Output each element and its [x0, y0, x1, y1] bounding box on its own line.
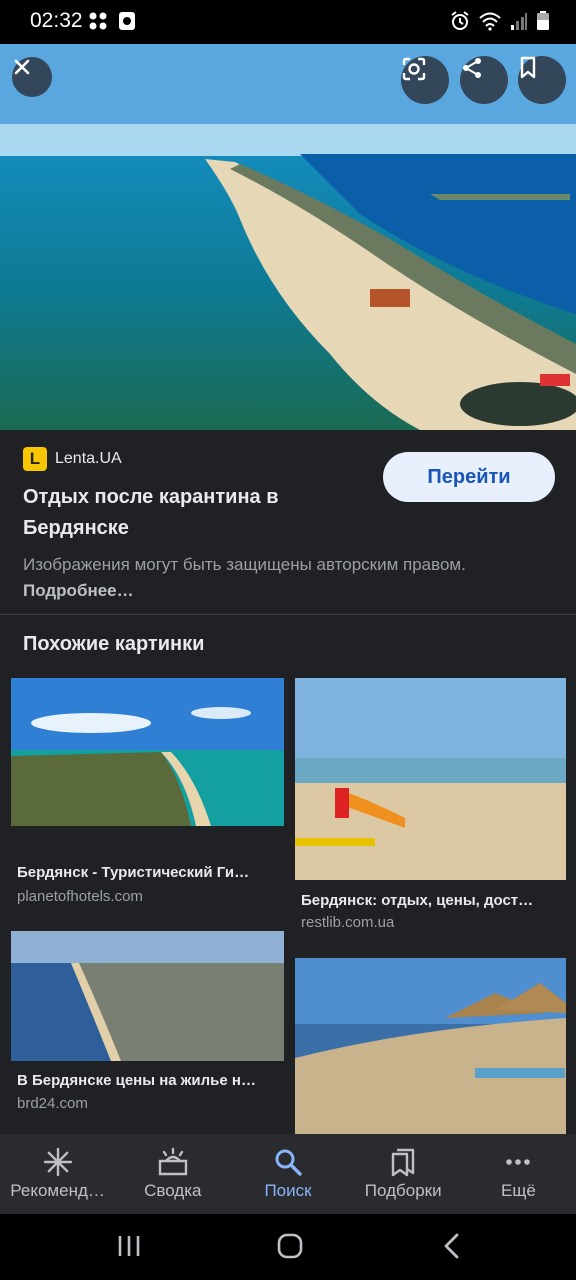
- similar-image-2: [295, 678, 566, 880]
- recent-apps-icon[interactable]: [117, 1234, 141, 1258]
- similar-image-1: [11, 678, 284, 826]
- back-icon[interactable]: [442, 1233, 462, 1259]
- goto-button[interactable]: Перейти: [383, 452, 555, 502]
- close-button[interactable]: [12, 57, 52, 97]
- source-name: Lenta.UA: [55, 450, 122, 467]
- bookmark-button[interactable]: [518, 56, 566, 104]
- nav-item-search[interactable]: Поиск: [230, 1134, 345, 1214]
- nav-label-collections: Подборки: [364, 1181, 442, 1200]
- nav-label-digest: Сводка: [144, 1181, 202, 1200]
- similar-heading: Похожие картинки: [23, 633, 205, 655]
- share-button[interactable]: [460, 56, 508, 104]
- similar-domain-1: planetofhotels.com: [17, 888, 143, 905]
- similar-domain-2: restlib.com.ua: [301, 914, 395, 931]
- camera-notification-icon: [119, 12, 135, 30]
- lens-icon: [402, 57, 426, 81]
- bookmark-icon: [520, 56, 536, 79]
- similar-card-2[interactable]: Бердянск: отдых, цены, дост… restlib.com…: [295, 678, 566, 938]
- status-time: 02:32: [30, 9, 83, 32]
- system-nav-bar: [0, 1214, 576, 1280]
- nav-item-more[interactable]: Ещё: [461, 1134, 576, 1214]
- bottom-nav: Рекоменд… Сводка Поиск Подборки Ещё: [0, 1134, 576, 1214]
- similar-image-4: [295, 958, 566, 1134]
- source-row[interactable]: L Lenta.UA: [23, 447, 122, 471]
- signal-icon: [511, 13, 527, 30]
- nav-item-collections[interactable]: Подборки: [346, 1134, 461, 1214]
- home-icon[interactable]: [277, 1233, 303, 1259]
- nav-item-recommendations[interactable]: Рекоменд…: [0, 1134, 115, 1214]
- digest-icon: [158, 1147, 187, 1176]
- more-icon: [506, 1159, 531, 1165]
- similar-caption-3: В Бердянске цены на жилье н…: [17, 1072, 256, 1089]
- source-logo: L: [23, 447, 47, 471]
- divider: [0, 614, 576, 615]
- copyright-text: Изображения могут быть защищены авторски…: [23, 555, 466, 574]
- similar-domain-3: brd24.com: [17, 1095, 88, 1112]
- asterisk-icon: [43, 1147, 72, 1177]
- similar-image-3: [11, 931, 284, 1061]
- hero-image[interactable]: [0, 44, 576, 430]
- copyright-more-link[interactable]: Подробнее…: [23, 581, 134, 600]
- lens-search-button[interactable]: [401, 56, 449, 104]
- status-left-icons: [88, 11, 136, 31]
- status-bar: 02:32: [0, 0, 576, 44]
- similar-card-4[interactable]: [295, 958, 566, 1134]
- app-grid-icon: [89, 12, 107, 30]
- result-title[interactable]: Отдых после карантина в Бердянске: [23, 482, 343, 544]
- nav-label-more: Ещё: [501, 1181, 536, 1200]
- similar-caption-1: Бердянск - Туристический Ги…: [17, 864, 250, 881]
- wifi-icon: [479, 12, 501, 31]
- nav-label-recommendations: Рекоменд…: [10, 1181, 105, 1200]
- similar-card-3[interactable]: В Бердянске цены на жилье н… brd24.com: [11, 931, 284, 1121]
- status-right-icons: [450, 11, 550, 31]
- close-icon: [14, 59, 30, 75]
- copyright-notice: Изображения могут быть защищены авторски…: [23, 552, 523, 604]
- similar-card-1[interactable]: Бердянск - Туристический Ги… planetofhot…: [11, 678, 284, 908]
- share-icon: [463, 58, 481, 78]
- search-icon: [275, 1149, 302, 1176]
- nav-item-digest[interactable]: Сводка: [115, 1134, 230, 1214]
- battery-icon: [537, 11, 549, 30]
- similar-caption-2: Бердянск: отдых, цены, дост…: [301, 892, 534, 909]
- nav-label-search: Поиск: [264, 1181, 312, 1200]
- alarm-icon: [451, 11, 469, 30]
- collections-icon: [392, 1148, 415, 1177]
